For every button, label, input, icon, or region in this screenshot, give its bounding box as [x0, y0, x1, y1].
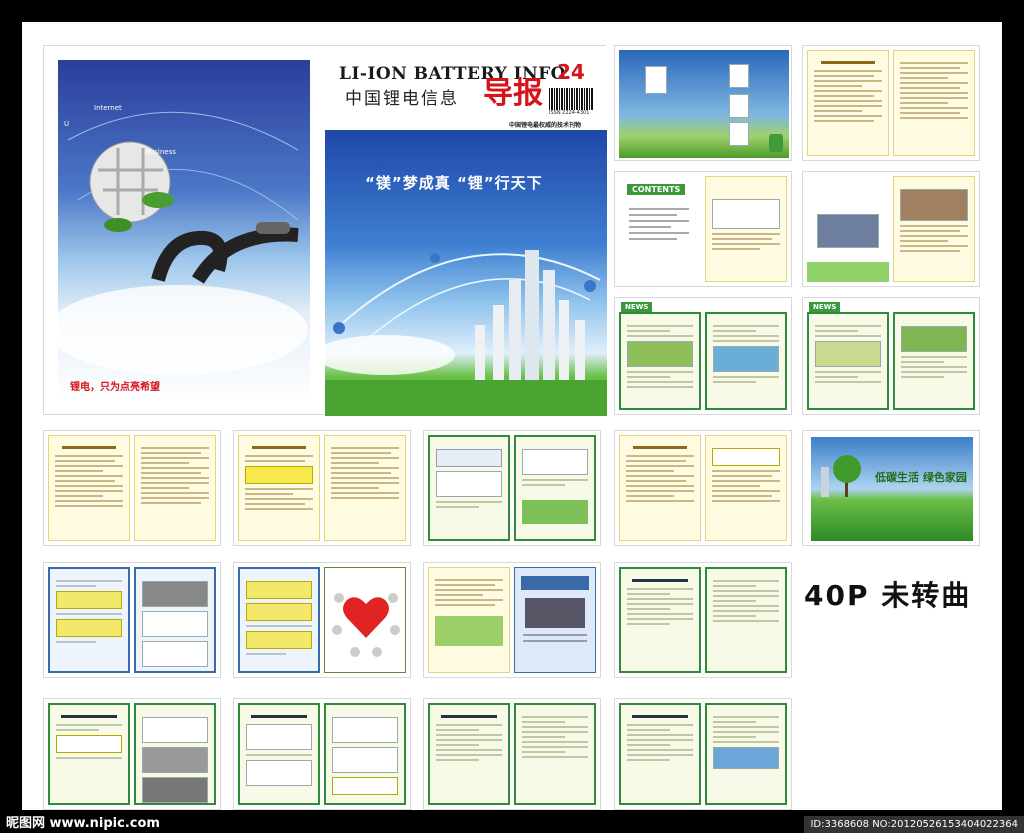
battery-icon: [769, 134, 783, 152]
page-count-label: 40P 未转曲: [804, 579, 972, 612]
spread-row3-4: [614, 562, 792, 678]
spread-row3-1: [43, 562, 221, 678]
issn-text: ISSN 2224-4301: [549, 110, 590, 116]
row2-3-right: [514, 435, 596, 541]
news-tag-1: NEWS: [621, 302, 653, 312]
watermark-left: 昵图网 www.nipic.com: [6, 816, 160, 831]
green-banner-page: 低碳生活 绿色家园: [811, 437, 973, 541]
row4-4-left: [619, 703, 701, 805]
front-cover: LI-ION BATTERY INFO. 中国锂电信息 导报 24 ISSN 2…: [325, 46, 607, 416]
row2-1-left: [48, 435, 130, 541]
back-cover-tagline: 锂电，只为点亮希望: [70, 382, 160, 393]
row2-2-right: [324, 435, 406, 541]
spread-row3-2: [233, 562, 411, 678]
cover-spread: Internet U Business 锂电，只为点亮希望 LI-ION BAT…: [43, 45, 607, 416]
row3-3-right: [514, 567, 596, 673]
back-cover: Internet U Business 锂电，只为点亮希望: [58, 60, 310, 403]
row3-2-left: [238, 567, 320, 673]
spread-row4-1: [43, 698, 221, 810]
orbit-label-u: U: [64, 120, 70, 128]
spread-row4-4: [614, 698, 792, 810]
barcode: [549, 88, 593, 110]
row4-4-right: [705, 703, 787, 805]
intro-photo-1: [645, 66, 667, 94]
row2-1-right: [134, 435, 216, 541]
intro-page: [619, 50, 789, 158]
spread-green-banner: 低碳生活 绿色家园: [802, 430, 980, 546]
news-2-left: [807, 312, 889, 410]
row2-4-left: [619, 435, 701, 541]
article-1-left: [807, 50, 889, 156]
spread-row2-2: [233, 430, 411, 546]
news-tag-2: NEWS: [809, 302, 841, 312]
city-skyline-art: [325, 250, 607, 416]
orbit-label-business: Business: [145, 148, 176, 156]
spread-news-1: NEWS: [614, 297, 792, 415]
intro-photo-2: [729, 64, 749, 88]
news-1-left: [619, 312, 701, 410]
spread-contents: CONTENTS: [614, 171, 792, 287]
row4-3-right: [514, 703, 596, 805]
spread-row4-2: [233, 698, 411, 810]
news-2-right: [893, 312, 975, 410]
watermark-right: ID:3368608 NO:20120526153404022364: [804, 816, 1024, 833]
row3-1-left: [48, 567, 130, 673]
contents-page: CONTENTS: [619, 176, 701, 282]
tree-art: [821, 455, 861, 497]
spread-article-1: [802, 45, 980, 161]
contents-right: [705, 176, 787, 282]
row2-4-right: [705, 435, 787, 541]
heart-page: [324, 567, 406, 673]
row4-1-left: [48, 703, 130, 805]
row4-3-left: [428, 703, 510, 805]
spread-article-2: [802, 171, 980, 287]
row2-2-left: [238, 435, 320, 541]
cover-subline: 中国锂电最权威的技术刊物: [509, 122, 582, 129]
layout-board: Internet U Business 锂电，只为点亮希望 LI-ION BAT…: [22, 22, 1002, 810]
spread-row2-3: [423, 430, 601, 546]
orbit-label-internet: Internet: [94, 104, 122, 112]
row4-1-right: [134, 703, 216, 805]
spread-intro: [614, 45, 792, 161]
row3-4-left: [619, 567, 701, 673]
row4-2-right: [324, 703, 406, 805]
magazine-title-cn: 中国锂电信息: [345, 89, 459, 109]
row2-3-left: [428, 435, 510, 541]
spread-row4-3: [423, 698, 601, 810]
spread-row2-4: [614, 430, 792, 546]
heart-icon: [332, 593, 400, 657]
spread-news-2: NEWS: [802, 297, 980, 415]
spread-row3-3: [423, 562, 601, 678]
row3-3-left: [428, 567, 510, 673]
spread-row2-1: [43, 430, 221, 546]
row4-2-left: [238, 703, 320, 805]
contents-heading: CONTENTS: [627, 184, 686, 195]
row3-1-right: [134, 567, 216, 673]
green-banner-title: 低碳生活 绿色家园: [875, 471, 967, 484]
article-1-right: [893, 50, 975, 156]
issue-number: 24: [557, 60, 585, 84]
article-2-right: [893, 176, 975, 282]
row3-4-right: [705, 567, 787, 673]
magazine-title-red: 导报: [483, 76, 543, 111]
news-1-right: [705, 312, 787, 410]
front-cover-image: “镁”梦成真 “锂”行天下: [325, 130, 607, 416]
article-2-left: [807, 176, 889, 282]
intro-photo-3: [729, 94, 749, 118]
intro-photo-4: [729, 122, 749, 146]
